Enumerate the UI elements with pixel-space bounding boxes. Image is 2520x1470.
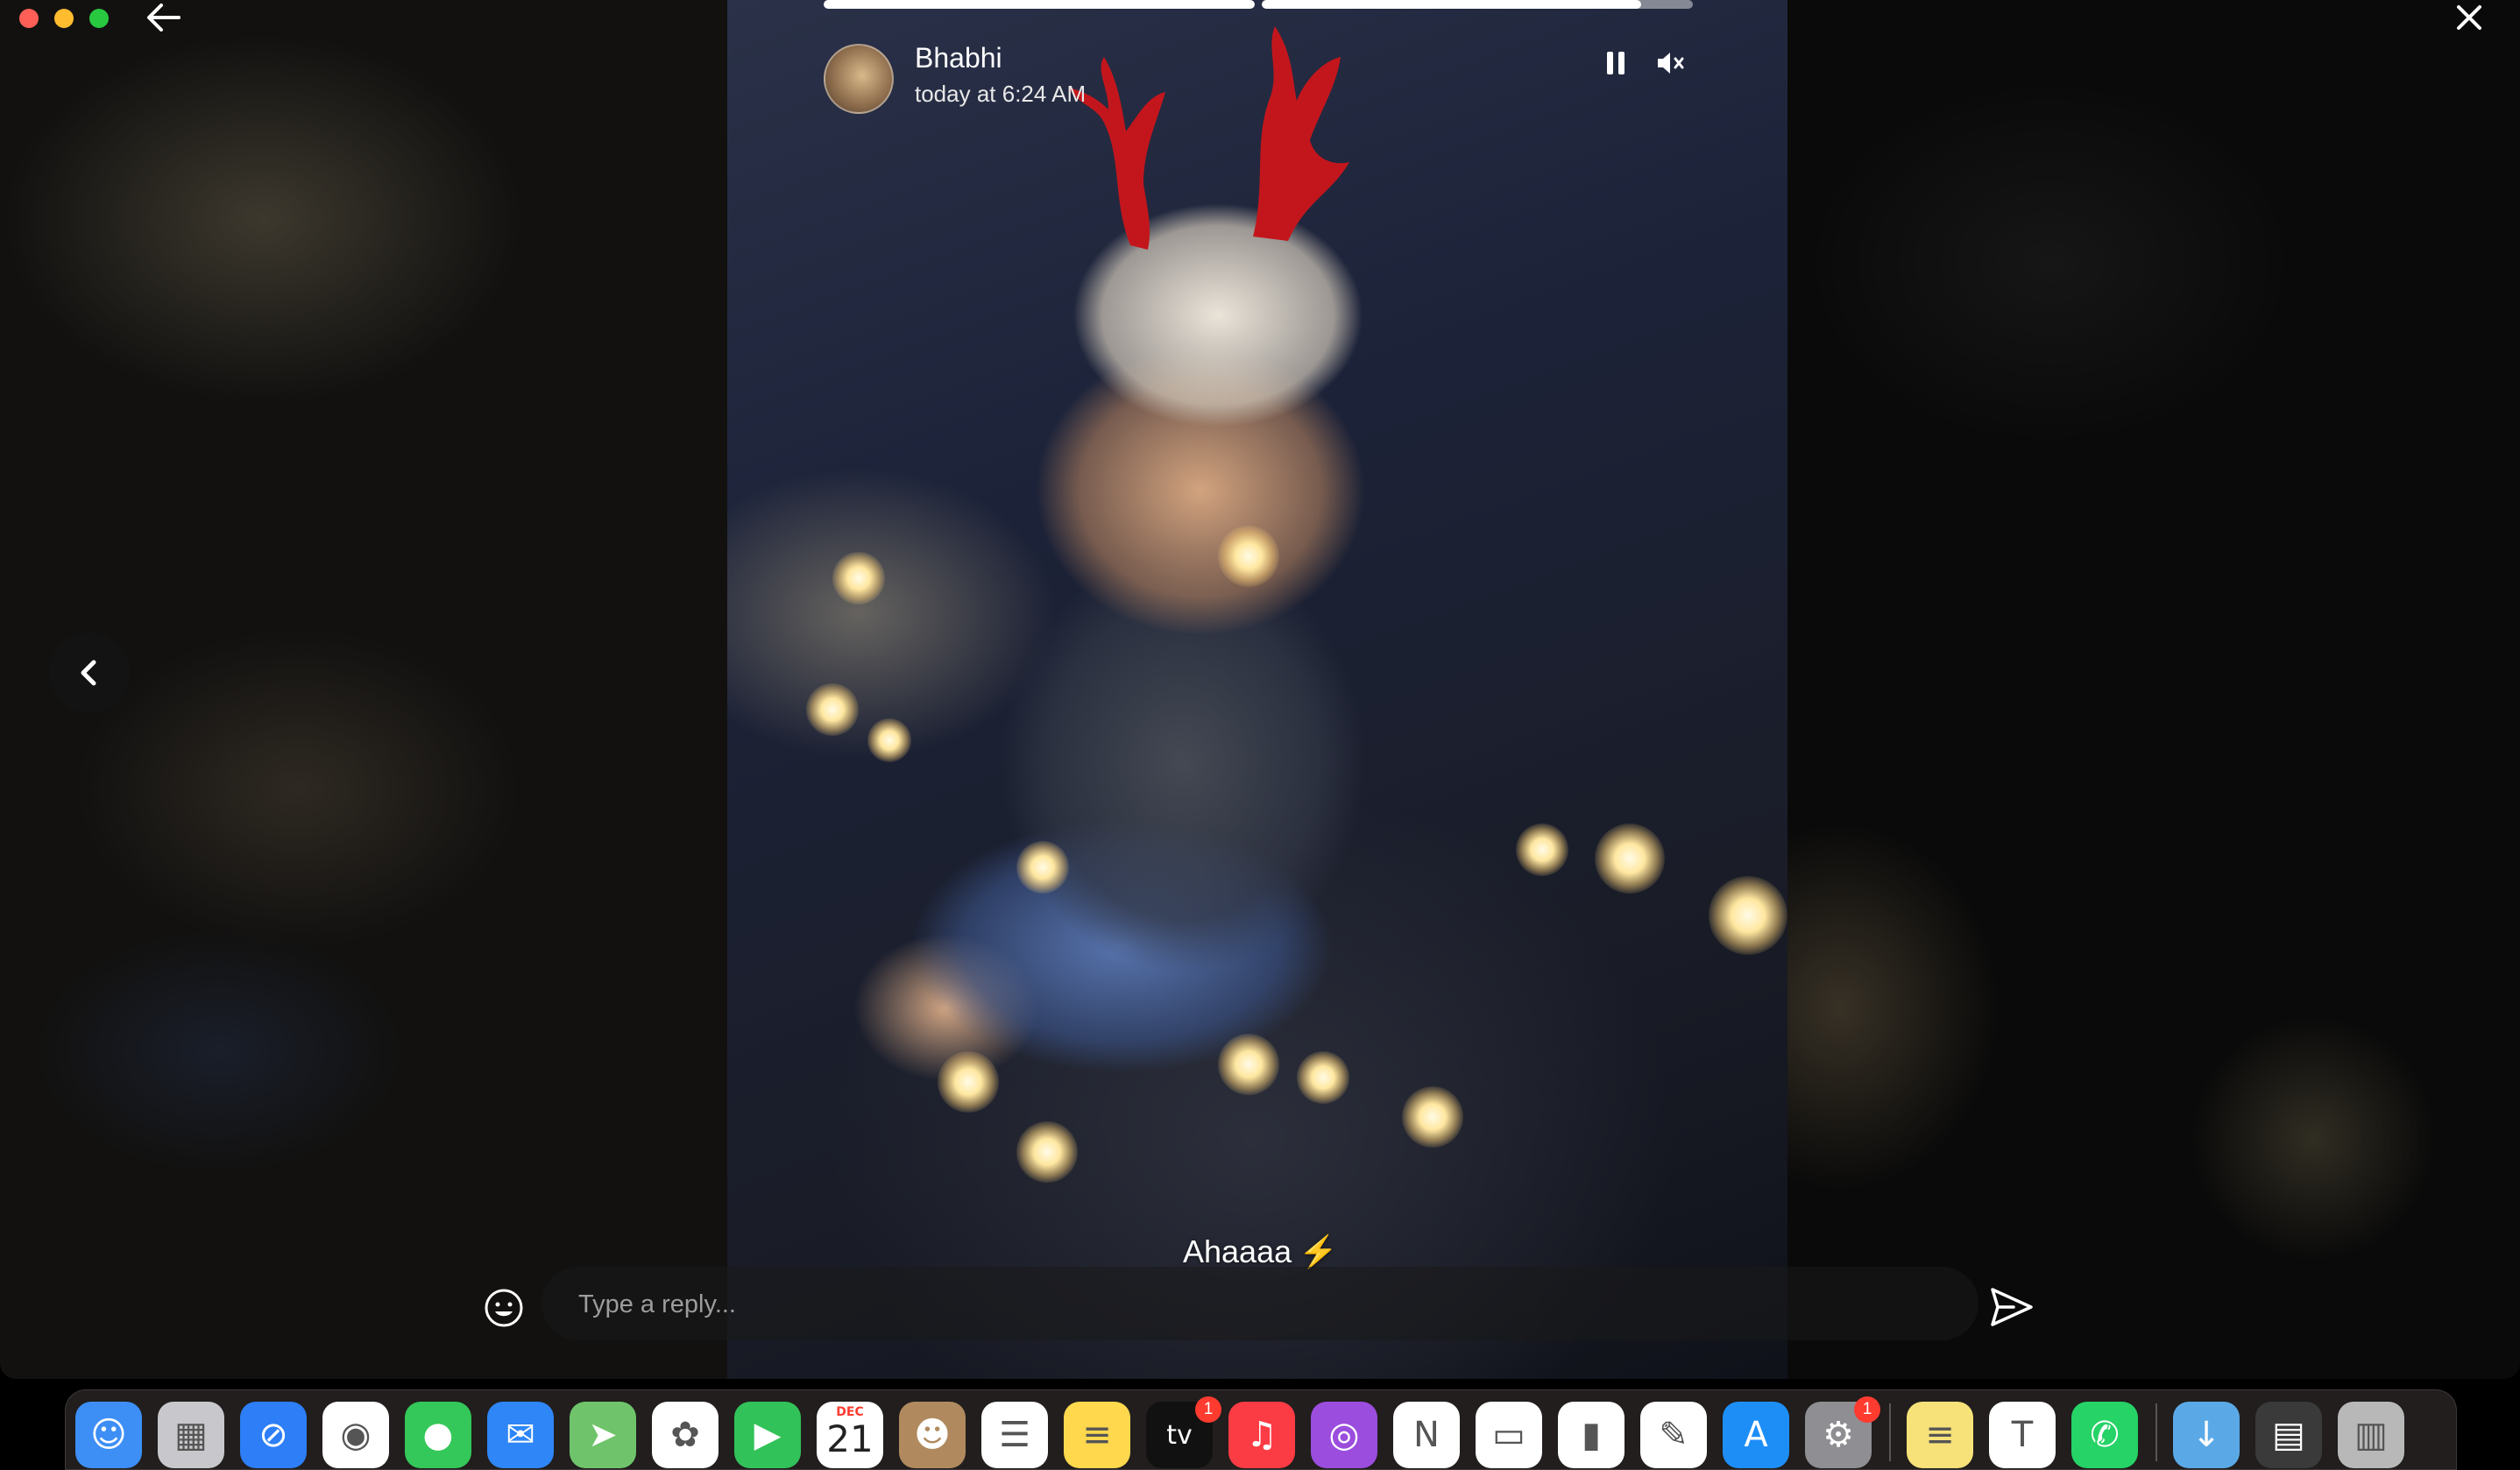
screenshots-stack-icon-glyph: ▤ <box>2272 1415 2305 1455</box>
story-progress-bar <box>1262 0 1693 9</box>
previous-story-button[interactable] <box>49 633 130 713</box>
finder-icon-glyph: ☺ <box>90 1415 127 1455</box>
reminders-icon[interactable]: ☰ <box>981 1402 1048 1468</box>
whatsapp-icon-glyph: ✆ <box>2090 1415 2120 1455</box>
string-light <box>867 718 911 762</box>
numbers-icon-glyph: ▮ <box>1581 1415 1601 1455</box>
window-zoom-button[interactable] <box>89 9 109 28</box>
dock-separator <box>2155 1403 2157 1461</box>
photos-icon[interactable]: ✿ <box>652 1402 718 1468</box>
story-timestamp: today at 6:24 AM <box>915 81 1087 107</box>
mute-icon[interactable] <box>1653 46 1688 81</box>
settings-icon-glyph: ⚙ <box>1823 1415 1854 1455</box>
story-viewer-window: Bhabhi today at 6:24 AM Ahaaaa ⚡ <box>0 0 2520 1379</box>
window-minimize-button[interactable] <box>54 9 74 28</box>
string-light <box>1595 823 1665 894</box>
finder-icon[interactable]: ☺ <box>75 1402 142 1468</box>
string-light <box>1016 841 1069 894</box>
story-progress-fill <box>1262 0 1641 9</box>
emoji-icon[interactable] <box>482 1286 526 1330</box>
maps-icon[interactable]: ➤ <box>570 1402 636 1468</box>
stickies-icon-glyph: ≡ <box>1925 1415 1955 1455</box>
contacts-icon-glyph: ☻ <box>914 1415 951 1455</box>
podcasts-icon[interactable]: ◎ <box>1311 1402 1377 1468</box>
launchpad-icon-glyph: ▦ <box>174 1415 208 1455</box>
chrome-icon[interactable]: ◉ <box>322 1402 389 1468</box>
chevron-left-icon <box>81 660 96 686</box>
notes-icon[interactable]: ≡ <box>1064 1402 1130 1468</box>
trash-icon[interactable]: ▥ <box>2338 1402 2404 1468</box>
pages-icon[interactable]: ✎ <box>1640 1402 1707 1468</box>
string-light <box>1297 1051 1349 1104</box>
pause-icon[interactable] <box>1600 47 1632 79</box>
news-icon-glyph: N <box>1413 1415 1440 1455</box>
safari-icon-glyph: ⊘ <box>258 1415 288 1455</box>
trash-icon-glyph: ▥ <box>2354 1415 2388 1455</box>
safari-icon[interactable]: ⊘ <box>240 1402 307 1468</box>
dock-app-label: tv <box>1166 1419 1193 1451</box>
chrome-icon-glyph: ◉ <box>340 1415 372 1455</box>
reply-field[interactable] <box>542 1267 1978 1342</box>
calendar-icon[interactable]: DEC 21 <box>817 1402 883 1468</box>
pages-icon-glyph: ✎ <box>1659 1415 1688 1455</box>
facetime-icon-glyph: ▶ <box>754 1415 782 1455</box>
calendar-day-label: 21 <box>826 1417 874 1460</box>
dock-separator <box>1889 1403 1891 1461</box>
teams-icon[interactable]: T <box>1989 1402 2056 1468</box>
window-close-button[interactable] <box>19 9 39 28</box>
back-arrow-icon[interactable] <box>144 0 184 35</box>
messages-icon[interactable]: ● <box>405 1402 471 1468</box>
reply-input[interactable] <box>577 1267 1894 1342</box>
launchpad-icon[interactable]: ▦ <box>158 1402 224 1468</box>
contacts-icon[interactable]: ☻ <box>899 1402 966 1468</box>
podcasts-icon-glyph: ◎ <box>1328 1415 1360 1455</box>
string-light <box>1016 1121 1078 1183</box>
downloads-folder-icon-glyph: ↓ <box>2191 1415 2221 1455</box>
music-icon-glyph: ♫ <box>1246 1415 1278 1455</box>
string-light <box>1402 1086 1463 1148</box>
string-light <box>1516 823 1568 876</box>
app-store-icon[interactable]: A <box>1723 1402 1789 1468</box>
reminders-icon-glyph: ☰ <box>999 1415 1030 1455</box>
messages-icon-glyph: ● <box>422 1415 454 1455</box>
close-icon[interactable] <box>2452 0 2487 35</box>
keynote-icon[interactable]: ▭ <box>1476 1402 1542 1468</box>
send-icon[interactable] <box>1987 1283 2036 1332</box>
keynote-icon-glyph: ▭ <box>1492 1415 1525 1455</box>
stickies-icon[interactable]: ≡ <box>1907 1402 1973 1468</box>
teams-icon-glyph: T <box>2011 1415 2034 1455</box>
whatsapp-icon[interactable]: ✆ <box>2071 1402 2138 1468</box>
story-progress-fill <box>824 0 1255 9</box>
maps-icon-glyph: ➤ <box>588 1415 618 1455</box>
story-progress-bar <box>824 0 1255 9</box>
screenshots-stack-icon[interactable]: ▤ <box>2255 1402 2322 1468</box>
music-icon[interactable]: ♫ <box>1228 1402 1295 1468</box>
reindeer-antler-right <box>1253 26 1349 241</box>
downloads-folder-icon[interactable]: ↓ <box>2173 1402 2240 1468</box>
caption-emoji: ⚡ <box>1299 1233 1338 1269</box>
sender-name[interactable]: Bhabhi <box>915 42 1002 74</box>
notification-badge: 1 <box>1195 1396 1221 1423</box>
photos-icon-glyph: ✿ <box>670 1415 700 1455</box>
caption-text: Ahaaaa <box>1183 1233 1292 1269</box>
facetime-icon[interactable]: ▶ <box>734 1402 801 1468</box>
string-light <box>1709 876 1787 955</box>
blurred-background-right <box>1787 0 2520 1379</box>
mail-icon-glyph: ✉ <box>506 1415 535 1455</box>
string-light <box>938 1051 999 1113</box>
notification-badge: 1 <box>1854 1396 1880 1423</box>
story-caption: Ahaaaa ⚡ <box>1183 1233 1338 1270</box>
string-light <box>806 683 859 736</box>
news-icon[interactable]: N <box>1393 1402 1460 1468</box>
string-light <box>1218 526 1279 587</box>
mail-icon[interactable]: ✉ <box>487 1402 554 1468</box>
notes-icon-glyph: ≡ <box>1082 1415 1112 1455</box>
string-light <box>1218 1034 1279 1095</box>
avatar[interactable] <box>824 44 894 114</box>
numbers-icon[interactable]: ▮ <box>1558 1402 1625 1468</box>
string-light <box>832 552 885 604</box>
app-store-icon-glyph: A <box>1744 1415 1768 1455</box>
story-photo <box>727 0 1787 1379</box>
